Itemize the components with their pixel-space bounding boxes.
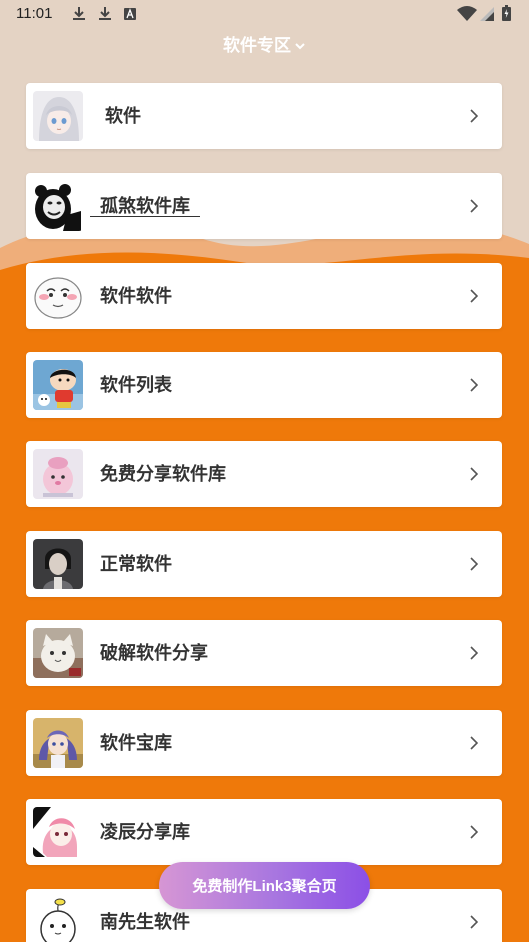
cat-avatar — [33, 628, 83, 678]
chevron-down-icon — [295, 42, 305, 49]
pink-plush-avatar — [33, 449, 83, 499]
list-item[interactable]: 破解软件分享 — [26, 620, 502, 686]
chevron-right-icon — [470, 915, 478, 929]
chevron-right-icon — [470, 289, 478, 303]
chevron-right-icon — [470, 646, 478, 660]
anime-girl-pink-avatar — [33, 807, 83, 857]
list-item-label: 软件 — [105, 106, 141, 126]
list-item[interactable]: 孤煞软件库 — [26, 173, 502, 239]
chevron-right-icon — [470, 557, 478, 571]
battery-icon — [502, 5, 511, 21]
list-item[interactable]: 软件宝库 — [26, 710, 502, 776]
list-item-label: 软件宝库 — [100, 733, 172, 753]
chevron-right-icon — [470, 825, 478, 839]
photo-person-avatar — [33, 539, 83, 589]
list-item-label: 孤煞软件库 — [90, 196, 200, 217]
smiley-face-avatar — [33, 271, 83, 321]
anime-girl-purple-avatar — [33, 718, 83, 768]
list-item-label: 软件软件 — [100, 286, 172, 306]
list-item-label: 软件列表 — [100, 375, 172, 395]
chevron-right-icon — [470, 199, 478, 213]
wifi-icon — [457, 6, 477, 21]
chevron-right-icon — [470, 736, 478, 750]
chevron-right-icon — [470, 378, 478, 392]
panda-meme-avatar — [33, 181, 83, 231]
chevron-right-icon — [470, 109, 478, 123]
list-item[interactable]: 免费分享软件库 — [26, 441, 502, 507]
list-item[interactable]: 软件软件 — [26, 263, 502, 329]
list-item-label: 破解软件分享 — [100, 643, 208, 663]
page-title: 软件专区 — [223, 36, 291, 55]
status-time: 11:01 — [16, 5, 53, 22]
list-item[interactable]: 正常软件 — [26, 531, 502, 597]
list-item-label: 免费分享软件库 — [100, 464, 226, 484]
chevron-right-icon — [470, 467, 478, 481]
section-dropdown[interactable]: 软件专区 — [214, 34, 314, 58]
white-cartoon-avatar — [33, 897, 83, 942]
list-item-label: 正常软件 — [100, 554, 172, 574]
a-box-icon — [124, 8, 136, 20]
list-item[interactable]: 凌辰分享库 — [26, 799, 502, 865]
list-item[interactable]: 软件 — [26, 83, 502, 149]
list-item-label: 南先生软件 — [100, 912, 190, 932]
create-link3-button[interactable]: 免费制作Link3聚合页 — [159, 862, 370, 909]
signal-icon — [480, 7, 494, 21]
anime-girl-avatar — [33, 91, 83, 141]
download-icon — [99, 7, 111, 20]
status-bar: 11:01 — [0, 0, 529, 28]
cartoon-kid-avatar — [33, 360, 83, 410]
download-icon — [73, 7, 85, 20]
list-item-label: 凌辰分享库 — [100, 822, 190, 842]
list-item[interactable]: 软件列表 — [26, 352, 502, 418]
